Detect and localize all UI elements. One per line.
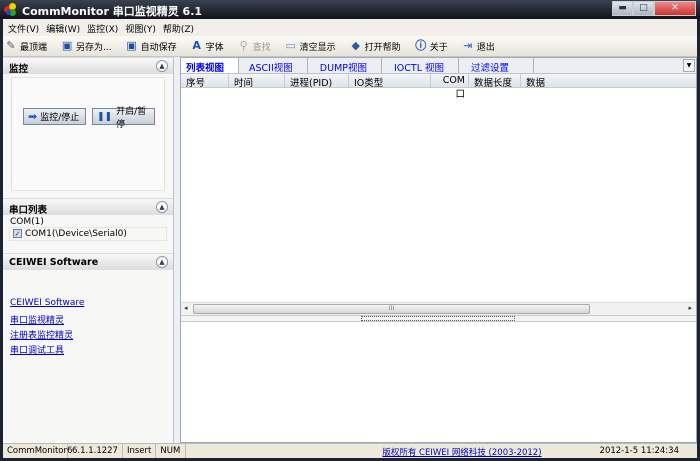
splitter-grip[interactable] bbox=[361, 316, 515, 321]
column-header[interactable]: 数据 bbox=[521, 74, 545, 89]
toolbar-button-pin[interactable]: ✎ 最顶端 bbox=[3, 40, 49, 53]
toolbar-button-label: 最顶端 bbox=[20, 42, 48, 53]
toolbar: ✎ 最顶端 ▣ 另存为... ▣ 自动保存 A 字体 ⚲ 查找 ▭ 清空显示 ◆ 打开帮助 ⓘ 关于 ⇥ 退出 bbox=[3, 36, 697, 57]
column-header[interactable]: 时间 bbox=[229, 74, 285, 89]
vertical-splitter[interactable] bbox=[173, 57, 180, 443]
pause-label: 开启/暂停 bbox=[116, 106, 147, 130]
status-mode: Insert bbox=[123, 444, 157, 458]
toolbar-button-exit[interactable]: ⇥ 退出 bbox=[460, 40, 497, 53]
exit-icon: ⇥ bbox=[463, 39, 473, 52]
toolbar-button-find[interactable]: ⚲ 查找 bbox=[236, 40, 273, 53]
column-header[interactable]: COM口 bbox=[431, 74, 469, 100]
toolbar-button-label: 字体 bbox=[205, 42, 224, 53]
status-app: CommMonitor6 bbox=[3, 444, 72, 458]
tab-dropdown-icon[interactable]: ▼ bbox=[683, 59, 695, 72]
tab-ascii-view[interactable]: ASCII视图 bbox=[239, 58, 308, 74]
checkbox-checked-icon[interactable]: ✓ bbox=[13, 229, 22, 238]
toolbar-button-font[interactable]: A 字体 bbox=[189, 40, 226, 53]
scroll-right-icon[interactable]: ▸ bbox=[688, 304, 692, 312]
autosave-icon: ▣ bbox=[126, 39, 137, 52]
toolbar-button-info[interactable]: ⓘ 关于 bbox=[413, 40, 450, 53]
pause-icon: ❚❚ bbox=[97, 111, 113, 122]
port-label: COM1(\Device\Serial0) bbox=[25, 229, 127, 239]
minimize-button[interactable]: ▬ bbox=[612, 1, 633, 16]
menu-bar: 文件(V) 编辑(W) 监控(X) 视图(Y) 帮助(Z) bbox=[3, 19, 697, 36]
link-list: CEIWEI Software 串口监视精灵 注册表监控精灵 串口调试工具 bbox=[3, 270, 173, 358]
toolbar-button-autosave[interactable]: ▣ 自动保存 bbox=[124, 40, 179, 53]
tab-dump-view[interactable]: DUMP视图 bbox=[308, 58, 382, 74]
tab-ioctl-view[interactable]: IOCTL 视图 bbox=[382, 58, 460, 74]
menu-edit[interactable]: 编辑(W) bbox=[44, 19, 85, 36]
status-bar: CommMonitor6 6.1.1.1227 Insert NUM 版权所有 … bbox=[3, 443, 697, 458]
toolbar-button-label: 清空显示 bbox=[299, 42, 336, 53]
left-panel: 监控 ▲ ➡ 监控/停止 ❚❚ 开启/暂停 串口列表 ▲ COM(1) ✓ COM1(\D… bbox=[3, 57, 173, 443]
start-stop-label: 监控/停止 bbox=[40, 113, 80, 123]
port-group-label: COM(1) bbox=[10, 217, 44, 227]
monitor-section-header[interactable]: 监控 ▲ bbox=[3, 57, 173, 75]
tab-filter-settings[interactable]: 过滤设置 bbox=[459, 58, 535, 74]
collapse-up-icon[interactable]: ▲ bbox=[156, 60, 168, 72]
link-serial-monitor[interactable]: 串口监视精灵 bbox=[10, 313, 173, 328]
menu-monitor[interactable]: 监控(X) bbox=[85, 19, 123, 36]
menu-file[interactable]: 文件(V) bbox=[6, 19, 44, 36]
toolbar-button-label: 查找 bbox=[252, 42, 271, 53]
toolbar-button-help-book[interactable]: ◆ 打开帮助 bbox=[348, 40, 403, 53]
detail-pane bbox=[181, 322, 696, 442]
toolbar-button-label: 打开帮助 bbox=[364, 42, 401, 53]
help-book-icon: ◆ bbox=[351, 39, 360, 52]
pin-icon: ✎ bbox=[6, 39, 16, 52]
arrow-right-icon: ➡ bbox=[28, 110, 38, 123]
ports-section-header[interactable]: 串口列表 ▲ bbox=[3, 198, 173, 216]
packet-list[interactable] bbox=[181, 88, 696, 302]
ceiwei-section-title: CEIWEI Software bbox=[9, 257, 99, 268]
toolbar-button-label: 自动保存 bbox=[140, 42, 177, 53]
copyright-link[interactable]: 版权所有 CEIWEI 网络科技 (2003-2012) bbox=[378, 444, 545, 458]
menu-view[interactable]: 视图(Y) bbox=[123, 19, 161, 36]
status-num: NUM bbox=[156, 444, 187, 458]
scroll-left-icon[interactable]: ◂ bbox=[184, 304, 188, 312]
toolbar-button-label: 另存为... bbox=[76, 42, 112, 53]
info-icon: ⓘ bbox=[415, 39, 427, 52]
save-icon: ▣ bbox=[61, 39, 73, 52]
scrollbar-thumb[interactable]: III bbox=[193, 304, 590, 314]
window-title: CommMonitor 串口监视精灵 6.1 bbox=[22, 5, 203, 18]
app-logo-icon bbox=[4, 3, 17, 16]
tab-list-view[interactable]: 列表视图 bbox=[181, 58, 240, 74]
monitor-section-title: 监控 bbox=[9, 64, 29, 75]
tab-bar: 列表视图 ASCII视图 DUMP视图 IOCTL 视图 过滤设置 ▼ bbox=[181, 58, 696, 74]
toolbar-button-clear[interactable]: ▭ 清空显示 bbox=[283, 40, 338, 53]
find-icon: ⚲ bbox=[239, 39, 248, 52]
horizontal-splitter[interactable] bbox=[181, 315, 696, 322]
status-datetime: 2012-1-5 11:24:34 bbox=[599, 446, 679, 456]
menu-help[interactable]: 帮助(Z) bbox=[161, 19, 199, 36]
link-serial-debug-tool[interactable]: 串口调试工具 bbox=[10, 343, 173, 358]
maximize-button[interactable]: □ bbox=[633, 1, 654, 16]
clear-icon: ▭ bbox=[285, 39, 296, 52]
pause-button[interactable]: ❚❚ 开启/暂停 bbox=[92, 107, 155, 130]
column-header[interactable]: 序号 bbox=[181, 74, 229, 89]
list-header: 序号 时间 进程(PID) IO类型 COM口 数据长度 数据 bbox=[181, 74, 696, 100]
column-header[interactable]: 进程(PID) bbox=[285, 74, 349, 89]
ports-section-title: 串口列表 bbox=[9, 205, 48, 216]
start-stop-button[interactable]: ➡ 监控/停止 bbox=[23, 108, 86, 125]
ceiwei-section-header[interactable]: CEIWEI Software ▲ bbox=[3, 253, 173, 270]
horizontal-scrollbar[interactable]: ◂ III ▸ bbox=[181, 302, 696, 315]
column-header[interactable]: 数据长度 bbox=[469, 74, 521, 89]
toolbar-button-label: 关于 bbox=[429, 42, 448, 53]
toolbar-button-label: 退出 bbox=[476, 42, 495, 53]
port-list-item[interactable]: ✓ COM1(\Device\Serial0) bbox=[9, 227, 167, 241]
link-ceiwei-software[interactable]: CEIWEI Software bbox=[10, 298, 173, 313]
close-button[interactable]: ✕ bbox=[654, 1, 696, 16]
toolbar-button-save[interactable]: ▣ 另存为... bbox=[59, 40, 114, 53]
collapse-up-icon[interactable]: ▲ bbox=[156, 201, 168, 213]
monitor-box: ➡ 监控/停止 ❚❚ 开启/暂停 bbox=[11, 77, 165, 191]
collapse-up-icon[interactable]: ▲ bbox=[156, 256, 168, 268]
font-icon: A bbox=[192, 39, 201, 52]
title-bar: CommMonitor 串口监视精灵 6.1 ▬ □ ✕ bbox=[0, 0, 700, 19]
link-registry-monitor[interactable]: 注册表监控精灵 bbox=[10, 328, 173, 343]
column-header[interactable]: IO类型 bbox=[349, 74, 431, 89]
main-panel: 列表视图 ASCII视图 DUMP视图 IOCTL 视图 过滤设置 ▼ 序号 时… bbox=[180, 57, 697, 443]
status-version: 6.1.1.1227 bbox=[68, 444, 123, 458]
